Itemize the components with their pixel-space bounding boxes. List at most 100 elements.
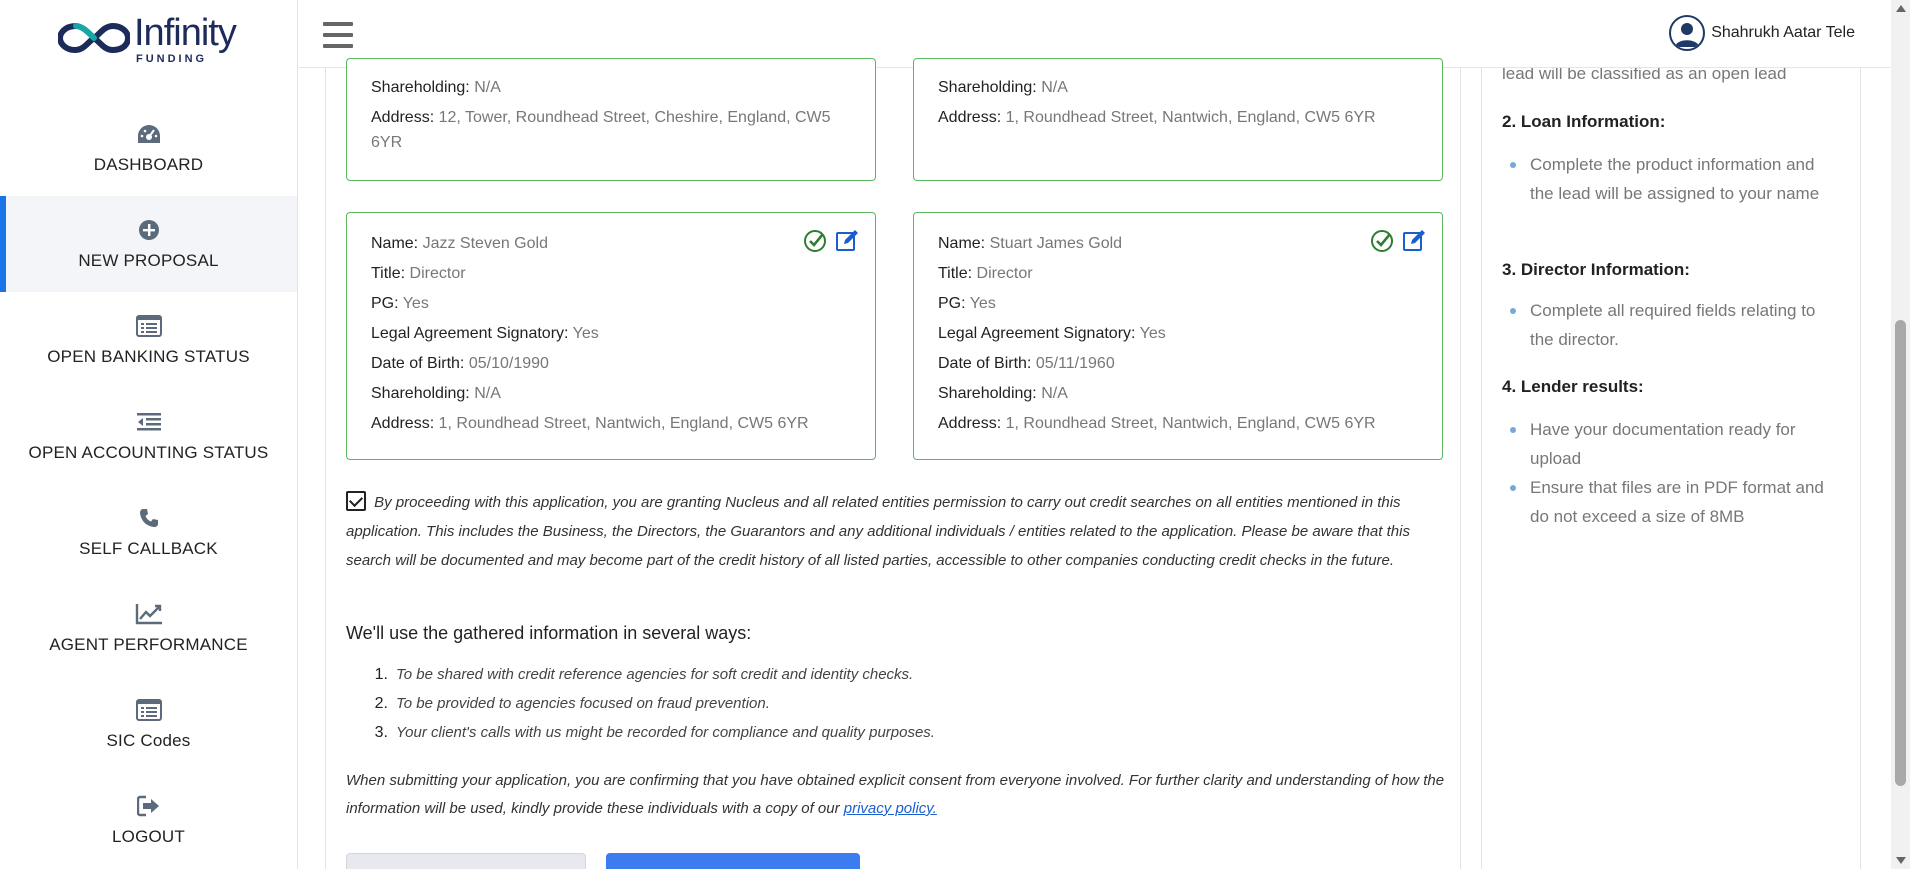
guidance-heading: 2. Loan Information: xyxy=(1502,112,1666,131)
shareholding-label: Shareholding: xyxy=(371,385,470,402)
guidance-heading: 3. Director Information: xyxy=(1502,260,1690,279)
list-icon xyxy=(135,313,163,339)
privacy-policy-link[interactable]: privacy policy. xyxy=(844,800,937,817)
director-card: Shareholding: N/A Address: 1, Roundhead … xyxy=(913,58,1443,181)
scrollbar-thumb[interactable] xyxy=(1895,320,1906,786)
shareholding-value: N/A xyxy=(474,79,501,96)
pg-label: PG: xyxy=(371,295,399,312)
shareholding-label: Shareholding: xyxy=(938,79,1037,96)
guidance-panel: lead will be classified as an open lead … xyxy=(1481,68,1861,869)
list-number: 2. xyxy=(374,695,388,712)
list-text: To be shared with credit reference agenc… xyxy=(396,666,914,683)
consent-text: By proceeding with this application, you… xyxy=(346,494,1410,569)
consent-checkbox[interactable] xyxy=(346,491,366,511)
sidebar: Infinity FUNDING DASHBOARD NEW PROPOSAL … xyxy=(0,0,298,869)
director-name: Jazz Steven Gold xyxy=(422,235,548,252)
legal-signatory-value: Yes xyxy=(1139,325,1166,342)
address-value: 1, Roundhead Street, Nantwich, England, … xyxy=(1005,109,1376,126)
proposal-review-panel: Shareholding: N/A Address: 12, Tower, Ro… xyxy=(325,58,1461,869)
shareholding-value: N/A xyxy=(474,385,501,402)
address-label: Address: xyxy=(371,415,435,432)
avatar-icon xyxy=(1669,15,1706,51)
sidebar-nav: DASHBOARD NEW PROPOSAL OPEN BANKING STAT… xyxy=(0,100,297,868)
sidebar-item-label: SELF CALLBACK xyxy=(79,539,218,558)
list-icon xyxy=(135,697,163,723)
sidebar-item-label: NEW PROPOSAL xyxy=(78,251,219,270)
sidebar-item-sic-codes[interactable]: SIC Codes xyxy=(0,676,297,772)
card-actions xyxy=(803,229,859,253)
page-scrollbar[interactable] xyxy=(1891,0,1910,869)
edit-icon[interactable] xyxy=(835,229,859,253)
list-item: Complete all required fields relating to… xyxy=(1510,296,1830,354)
sidebar-item-label: SIC Codes xyxy=(106,731,191,750)
title-label: Title: xyxy=(371,265,406,282)
sidebar-item-logout[interactable]: LOGOUT xyxy=(0,772,297,868)
user-menu[interactable]: Shahrukh Aatar Tele xyxy=(1669,15,1855,51)
card-actions xyxy=(1370,229,1426,253)
logout-icon xyxy=(135,793,163,819)
sidebar-item-label: OPEN BANKING STATUS xyxy=(47,347,250,366)
shareholding-value: N/A xyxy=(1041,79,1068,96)
sidebar-item-open-accounting-status[interactable]: OPEN ACCOUNTING STATUS xyxy=(0,388,297,484)
sidebar-item-open-banking-status[interactable]: OPEN BANKING STATUS xyxy=(0,292,297,388)
dob-label: Date of Birth: xyxy=(938,355,1032,372)
sidebar-item-self-callback[interactable]: SELF CALLBACK xyxy=(0,484,297,580)
list-text: To be provided to agencies focused on fr… xyxy=(396,695,770,712)
list-number: 1. xyxy=(374,666,388,683)
list-text: Your client's calls with us might be rec… xyxy=(396,724,935,741)
usage-list: 1. To be shared with credit reference age… xyxy=(366,660,935,747)
scroll-down-arrow-icon[interactable] xyxy=(1896,857,1906,864)
name-label: Name: xyxy=(938,235,986,252)
sidebar-item-new-proposal[interactable]: NEW PROPOSAL xyxy=(0,196,297,292)
sidebar-item-label: DASHBOARD xyxy=(93,155,204,174)
guidance-clipped-text: lead will be classified as an open lead xyxy=(1502,68,1787,83)
usage-heading: We'll use the gathered information in se… xyxy=(346,623,752,643)
edit-icon[interactable] xyxy=(1402,229,1426,253)
director-card: Name: Jazz Steven Gold Title: Director P… xyxy=(346,212,876,460)
director-title: Director xyxy=(976,265,1033,282)
plus-circle-icon xyxy=(135,217,163,243)
chart-line-icon xyxy=(135,601,163,627)
scroll-up-arrow-icon[interactable] xyxy=(1896,5,1906,12)
legal-signatory-label: Legal Agreement Signatory: xyxy=(371,325,569,342)
guidance-list: Complete the product information and the… xyxy=(1510,150,1830,208)
director-name: Stuart James Gold xyxy=(989,235,1123,252)
back-button[interactable] xyxy=(346,853,586,869)
user-name: Shahrukh Aatar Tele xyxy=(1711,24,1855,41)
list-item: 1. To be shared with credit reference age… xyxy=(366,660,935,689)
infinity-logo-icon xyxy=(58,22,130,54)
indent-list-icon xyxy=(135,409,163,435)
shareholding-value: N/A xyxy=(1041,385,1068,402)
sidebar-item-label: OPEN ACCOUNTING STATUS xyxy=(28,443,269,462)
director-card: Name: Stuart James Gold Title: Director … xyxy=(913,212,1443,460)
address-value: 1, Roundhead Street, Nantwich, England, … xyxy=(438,415,809,432)
legal-signatory-label: Legal Agreement Signatory: xyxy=(938,325,1136,342)
sidebar-item-label: AGENT PERFORMANCE xyxy=(49,635,248,654)
shareholding-label: Shareholding: xyxy=(371,79,470,96)
address-label: Address: xyxy=(371,109,435,126)
logo-subtitle: FUNDING xyxy=(136,53,208,65)
sidebar-item-agent-performance[interactable]: AGENT PERFORMANCE xyxy=(0,580,297,676)
list-item: Complete the product information and the… xyxy=(1510,150,1830,208)
check-circle-icon[interactable] xyxy=(1370,229,1394,253)
submit-button[interactable] xyxy=(606,853,860,869)
dob-label: Date of Birth: xyxy=(371,355,465,372)
pg-value: Yes xyxy=(969,295,996,312)
consent-confirmation: When submitting your application, you ar… xyxy=(346,767,1456,823)
shareholding-label: Shareholding: xyxy=(938,385,1037,402)
list-number: 3. xyxy=(374,724,388,741)
sidebar-item-dashboard[interactable]: DASHBOARD xyxy=(0,100,297,196)
director-title: Director xyxy=(409,265,466,282)
dob-value: 05/11/1960 xyxy=(1035,355,1115,372)
hamburger-menu-icon[interactable] xyxy=(323,22,353,48)
check-circle-icon[interactable] xyxy=(803,229,827,253)
guidance-list: Complete all required fields relating to… xyxy=(1510,296,1830,354)
title-label: Title: xyxy=(938,265,973,282)
list-item: Have your documentation ready for upload xyxy=(1510,415,1830,473)
guidance-list: Have your documentation ready for upload… xyxy=(1510,415,1830,531)
address-value: 1, Roundhead Street, Nantwich, England, … xyxy=(1005,415,1376,432)
list-item: Ensure that files are in PDF format and … xyxy=(1510,473,1830,531)
pg-label: PG: xyxy=(938,295,966,312)
infinity-funding-logo[interactable]: Infinity FUNDING xyxy=(58,12,248,68)
guidance-heading: 4. Lender results: xyxy=(1502,377,1644,396)
